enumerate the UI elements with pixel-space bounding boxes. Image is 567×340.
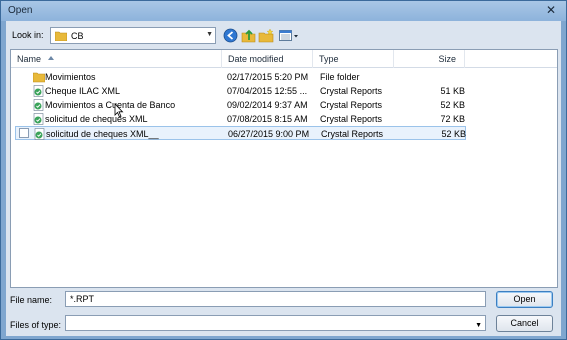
look-in-label: Look in: (12, 30, 44, 40)
file-row-solicitud-cheques-xml[interactable]: solicitud de cheques XML 07/08/2015 8:15… (15, 112, 466, 126)
file-name: Movimientos a Cuenta de Banco (45, 100, 176, 110)
column-header-type[interactable]: Type (313, 50, 393, 68)
file-type: Crystal Reports (320, 114, 383, 124)
folder-icon (55, 31, 67, 41)
file-date: 06/27/2015 9:00 PM (228, 129, 310, 139)
file-name: Movimientos (45, 72, 96, 82)
new-folder-icon (258, 28, 274, 43)
back-button[interactable] (222, 27, 239, 44)
up-folder-icon (241, 29, 256, 43)
file-name: solicitud de cheques XML__ (46, 129, 159, 139)
file-row-movimientos-folder[interactable]: Movimientos 02/17/2015 5:20 PM File fold… (15, 70, 466, 84)
file-list[interactable]: Name Date modified Type Size Movimientos… (10, 49, 558, 288)
file-name-value: *.RPT (70, 294, 95, 304)
column-header-date[interactable]: Date modified (222, 50, 312, 68)
file-row-cheque-ilac-xml[interactable]: Cheque ILAC XML 07/04/2015 12:55 ... Cry… (15, 84, 466, 98)
crystal-report-icon (33, 99, 44, 111)
crystal-report-icon (33, 113, 44, 125)
file-size: 51 KB (440, 86, 465, 96)
files-of-type-select[interactable]: ▼ (65, 315, 486, 331)
row-select-checkbox[interactable] (19, 128, 29, 138)
back-arrow-icon (223, 28, 238, 43)
file-name: solicitud de cheques XML (45, 114, 148, 124)
file-list-header: Name Date modified Type Size (11, 50, 557, 68)
file-name-input[interactable]: *.RPT (65, 291, 486, 307)
file-name: Cheque ILAC XML (45, 86, 121, 96)
dialog-body: Look in: CB ▼ Name Date modified Type Si… (6, 21, 561, 336)
up-folder-button[interactable] (240, 27, 257, 44)
column-divider[interactable] (464, 50, 465, 68)
file-date: 07/04/2015 12:55 ... (227, 86, 308, 96)
file-size: 52 KB (441, 129, 466, 139)
open-button[interactable]: Open (496, 291, 553, 308)
view-menu-button[interactable] (278, 27, 300, 44)
window-title: Open (8, 5, 33, 16)
file-size: 52 KB (440, 100, 465, 110)
folder-icon (33, 72, 45, 83)
look-in-value: CB (71, 31, 84, 41)
file-type: File folder (320, 72, 360, 82)
cancel-button[interactable]: Cancel (496, 315, 553, 332)
look-in-dropdown[interactable]: CB ▼ (50, 27, 216, 44)
mouse-cursor-icon (114, 103, 124, 118)
file-row-movimientos-cuenta-banco[interactable]: Movimientos a Cuenta de Banco 09/02/2014… (15, 98, 466, 112)
file-date: 09/02/2014 9:37 AM (227, 100, 308, 110)
file-size: 72 KB (440, 114, 465, 124)
file-date: 02/17/2015 5:20 PM (227, 72, 309, 82)
column-header-size[interactable]: Size (394, 50, 464, 68)
crystal-report-icon (34, 128, 45, 140)
close-icon[interactable]: ✕ (544, 3, 558, 17)
file-type: Crystal Reports (321, 129, 384, 139)
file-name-label: File name: (10, 295, 53, 305)
view-menu-icon (279, 30, 298, 41)
title-bar[interactable]: Open ✕ (1, 1, 566, 21)
crystal-report-icon (33, 85, 44, 97)
open-dialog: Open ✕ Look in: CB ▼ Name Date modified … (0, 0, 567, 340)
chevron-down-icon[interactable]: ▼ (475, 319, 482, 333)
file-type: Crystal Reports (320, 100, 383, 110)
column-header-name[interactable]: Name (11, 50, 221, 68)
sort-ascending-icon (48, 56, 54, 60)
file-date: 07/08/2015 8:15 AM (227, 114, 308, 124)
new-folder-button[interactable] (258, 27, 275, 44)
file-type: Crystal Reports (320, 86, 383, 96)
files-of-type-label: Files of type: (10, 320, 62, 330)
chevron-down-icon[interactable]: ▼ (206, 31, 213, 38)
file-row-solicitud-cheques-xml-copy[interactable]: solicitud de cheques XML__ 06/27/2015 9:… (15, 126, 466, 140)
